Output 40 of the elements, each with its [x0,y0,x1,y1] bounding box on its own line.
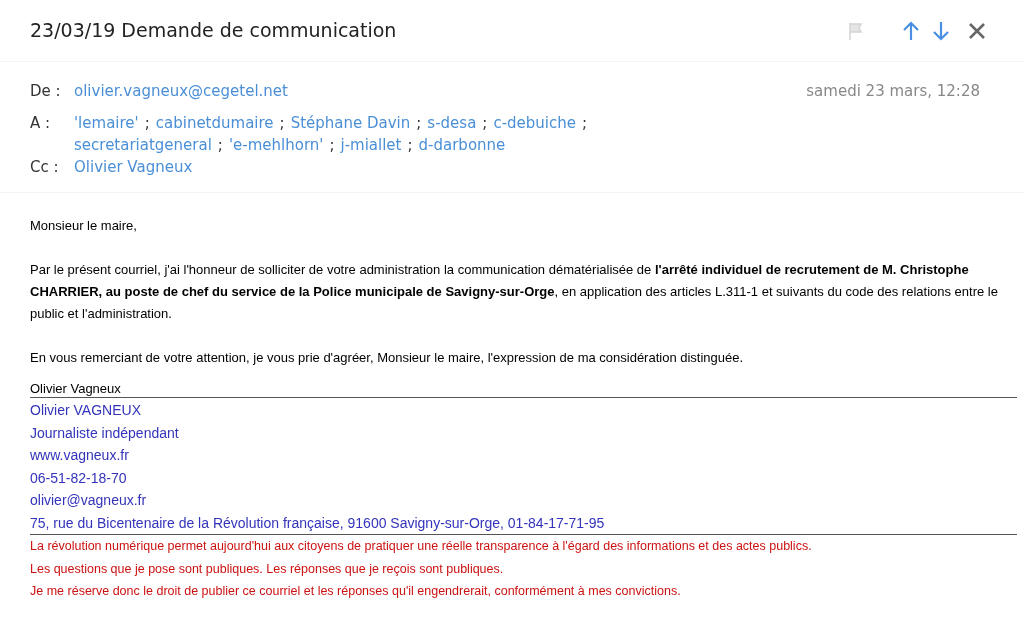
separator: ; [481,113,489,134]
signature-line: Journaliste indépendant [30,423,179,443]
signature-line: Olivier VAGNEUX [30,401,141,420]
recipient-link[interactable]: secretariatgeneral [74,134,212,156]
recipient-link[interactable]: Stéphane Davin [290,112,411,134]
to-label: A : [30,113,52,134]
recipient-link[interactable]: Olivier Vagneux [74,156,193,178]
sender-link[interactable]: olivier.vagneux@cegetel.net [74,80,807,102]
body-paragraph: Par le présent courriel, j'ai l'honneur de solliciter de votre administration la communication dématérialisée de l'arrêté individuel de recrutement de M. Christophe CHARRIER, au poste de chef du service de la Police municipale de Savigny-sur-Orge, en application des articles L.311-1 et suivants du code des relations entre le public et l'administration. [30,261,999,323]
arrow-down-icon[interactable] [932,20,950,41]
recipient-link[interactable]: j-miallet [340,134,402,156]
separator: ; [581,113,589,134]
body-paragraph: En vous remerciant de votre attention, je vous prie d'agréer, Monsieur le maire, l'expression de ma considération distinguée. [30,349,745,367]
separator: ; [278,113,286,134]
separator: ; [406,135,414,156]
from-label: De : [30,81,62,102]
separator: ; [328,135,336,156]
signature-line: 75, rue du Bicentenaire de la Révolution française, 91600 Savigny-sur-Orge, 01-84-17-71-95 [30,513,605,533]
arrow-up-icon[interactable] [902,20,920,41]
recipient-link[interactable]: 'lemaire' [74,112,139,134]
separator: ; [143,113,151,134]
recipient-link[interactable]: s-desa [427,112,477,134]
signature-line: www.vagneux.fr [30,446,129,465]
recipient-link[interactable]: d-darbonne [418,134,506,156]
signature-line: olivier@vagneux.fr [30,491,147,510]
email-subject: 23/03/19 Demande de communication [30,18,398,44]
close-icon[interactable] [968,21,986,40]
body-paragraph: Monsieur le maire, [30,217,138,235]
notice-line: La révolution numérique permet aujourd'hui aux citoyens de pratiquer une réelle transparence à l'égard des informations et des actes publics. [30,538,812,555]
notice-line: Je me réserve donc le droit de publier ce courriel et les réponses qu'il engendrerait, conformément à mes convictions. [30,583,681,600]
recipient-link[interactable]: cabinetdumaire [155,112,274,134]
separator: ; [216,135,224,156]
recipient-link[interactable]: c-debuiche [493,112,576,134]
signature-name: Olivier Vagneux [30,381,1017,398]
email-date: samedi 23 mars, 12:28 [806,81,980,102]
cc-label: Cc : [30,157,60,178]
separator: ; [415,113,423,134]
recipient-link[interactable]: 'e-mehlhorn' [228,134,324,156]
notice-line: Les questions que je pose sont publiques. Les réponses que je reçois sont publiques. [30,560,504,578]
signature-line: 06-51-82-18-70 [30,468,127,488]
